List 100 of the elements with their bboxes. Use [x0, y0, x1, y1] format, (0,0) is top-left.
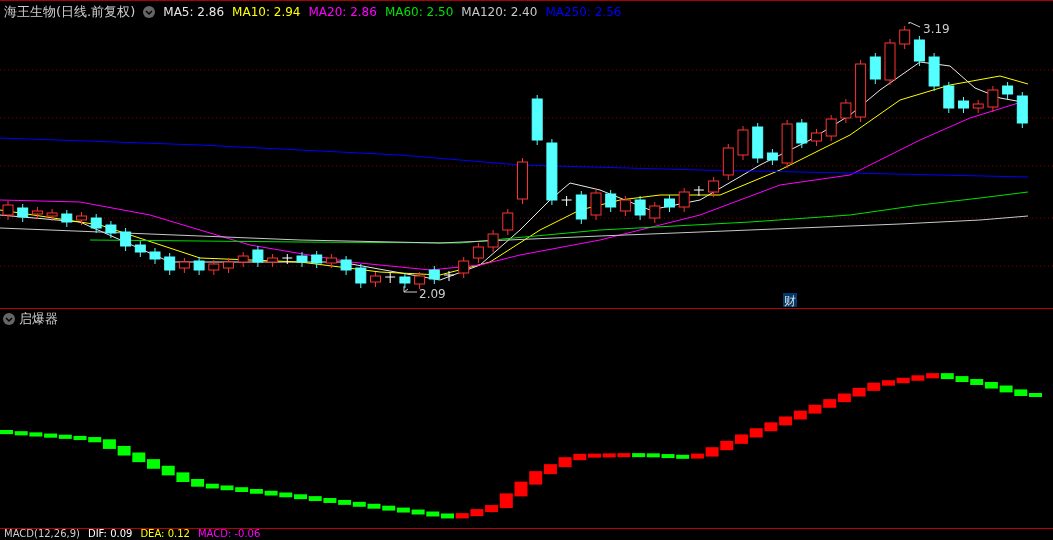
candlestick — [913, 35, 925, 67]
candlestick — [384, 272, 396, 284]
macd-value: MACD: -0.06 — [197, 529, 261, 539]
candlestick — [443, 270, 455, 282]
candlestick — [487, 229, 499, 253]
indicator-bar — [852, 387, 866, 397]
candlestick — [1016, 91, 1028, 129]
candlestick — [61, 209, 73, 228]
indicator-bar — [735, 434, 748, 444]
candlestick — [546, 138, 558, 206]
candlestick — [90, 213, 102, 234]
candlestick — [31, 206, 43, 220]
candlestick — [590, 188, 602, 221]
candlestick — [649, 201, 661, 224]
pointer-line — [908, 22, 921, 28]
candlestick — [149, 247, 161, 265]
candlestick — [634, 195, 646, 221]
candlestick — [678, 187, 690, 213]
candlestick — [972, 99, 984, 114]
candlestick — [252, 245, 264, 268]
candlestick — [17, 203, 29, 223]
candlestick — [311, 250, 323, 269]
indicator-bar — [176, 472, 190, 482]
low-price-label: 2.09 — [419, 287, 446, 301]
candlestick — [281, 253, 293, 265]
dropdown-icon[interactable] — [143, 5, 156, 18]
indicator-bar — [543, 464, 557, 475]
macd-value: DIF: 0.09 — [87, 529, 133, 539]
candlestick — [355, 263, 367, 289]
candlestick — [267, 253, 279, 268]
dropdown-icon[interactable] — [3, 313, 15, 325]
indicator-bar — [749, 428, 763, 438]
macd-title: MACD(12,26,9) — [4, 529, 80, 539]
indicator-value: MA20: 2.86 — [308, 4, 377, 19]
indicator-bar — [117, 445, 131, 456]
indicator-bar — [147, 459, 160, 469]
candlestick — [414, 271, 426, 290]
candlestick — [708, 176, 720, 198]
indicator-bar — [837, 393, 851, 403]
candlestick — [193, 256, 205, 276]
candlestick — [458, 256, 470, 279]
indicator-value: MA250: 2.56 — [545, 4, 622, 19]
panel-title: 启爆器 — [19, 310, 58, 328]
candlestick — [737, 125, 749, 161]
indicator-bar — [808, 404, 822, 414]
indicator-bar — [132, 452, 146, 463]
macd-value: DEA: 0.12 — [140, 529, 190, 539]
candlestick — [605, 189, 617, 213]
candlestick — [340, 255, 352, 276]
indicator-bar — [823, 399, 837, 408]
candlestick — [46, 208, 58, 222]
candlestick — [76, 211, 87, 226]
candlestick — [722, 143, 734, 181]
indicator-bar — [514, 481, 528, 497]
candlestick — [811, 128, 822, 147]
candlestick — [855, 59, 867, 123]
candlestick — [370, 271, 381, 288]
candlestick — [884, 38, 896, 86]
indicator-bar — [558, 457, 572, 468]
candlestick — [840, 98, 852, 124]
candlestick — [781, 119, 793, 169]
candlestick — [105, 220, 117, 239]
indicator-value: MA5: 2.86 — [163, 4, 225, 19]
candlestick — [164, 252, 176, 276]
high-price-label: 3.19 — [923, 22, 950, 36]
candlestick — [120, 227, 132, 252]
candlestick — [472, 242, 484, 264]
candlestick — [1002, 81, 1014, 100]
candlestick — [869, 52, 881, 85]
indicator-bar — [764, 422, 778, 432]
candlestick — [693, 185, 705, 197]
indicator-value: MA60: 2.50 — [384, 4, 454, 19]
candlestick — [928, 52, 940, 92]
candlestick — [517, 157, 528, 205]
candlestick — [428, 265, 440, 285]
candlestick — [796, 118, 808, 149]
indicator-bar — [161, 465, 175, 476]
indicator-bar — [720, 440, 734, 451]
candlestick — [502, 208, 514, 236]
candlestick — [899, 25, 911, 50]
candlestick — [237, 251, 249, 268]
indicator-bar — [779, 416, 793, 426]
candlestick — [223, 257, 234, 274]
candlestick — [134, 240, 146, 258]
indicator-value: MA10: 2.94 — [232, 4, 301, 19]
candlestick — [825, 114, 837, 142]
pointer-line — [403, 285, 418, 293]
candlestick — [958, 96, 969, 114]
candlestick — [987, 85, 999, 113]
candlestick — [531, 94, 543, 146]
stock-title: 海王生物(日线.前复权) — [4, 2, 136, 21]
candlestick — [561, 195, 573, 207]
candlestick — [619, 195, 631, 217]
candlestick — [943, 81, 955, 114]
candlestick — [664, 194, 675, 213]
candlestick — [766, 148, 778, 166]
indicator-value: MA120: 2.40 — [461, 4, 538, 19]
finance-badge[interactable]: 财 — [783, 293, 797, 308]
candlestick — [208, 259, 220, 276]
candlestick — [296, 251, 308, 268]
